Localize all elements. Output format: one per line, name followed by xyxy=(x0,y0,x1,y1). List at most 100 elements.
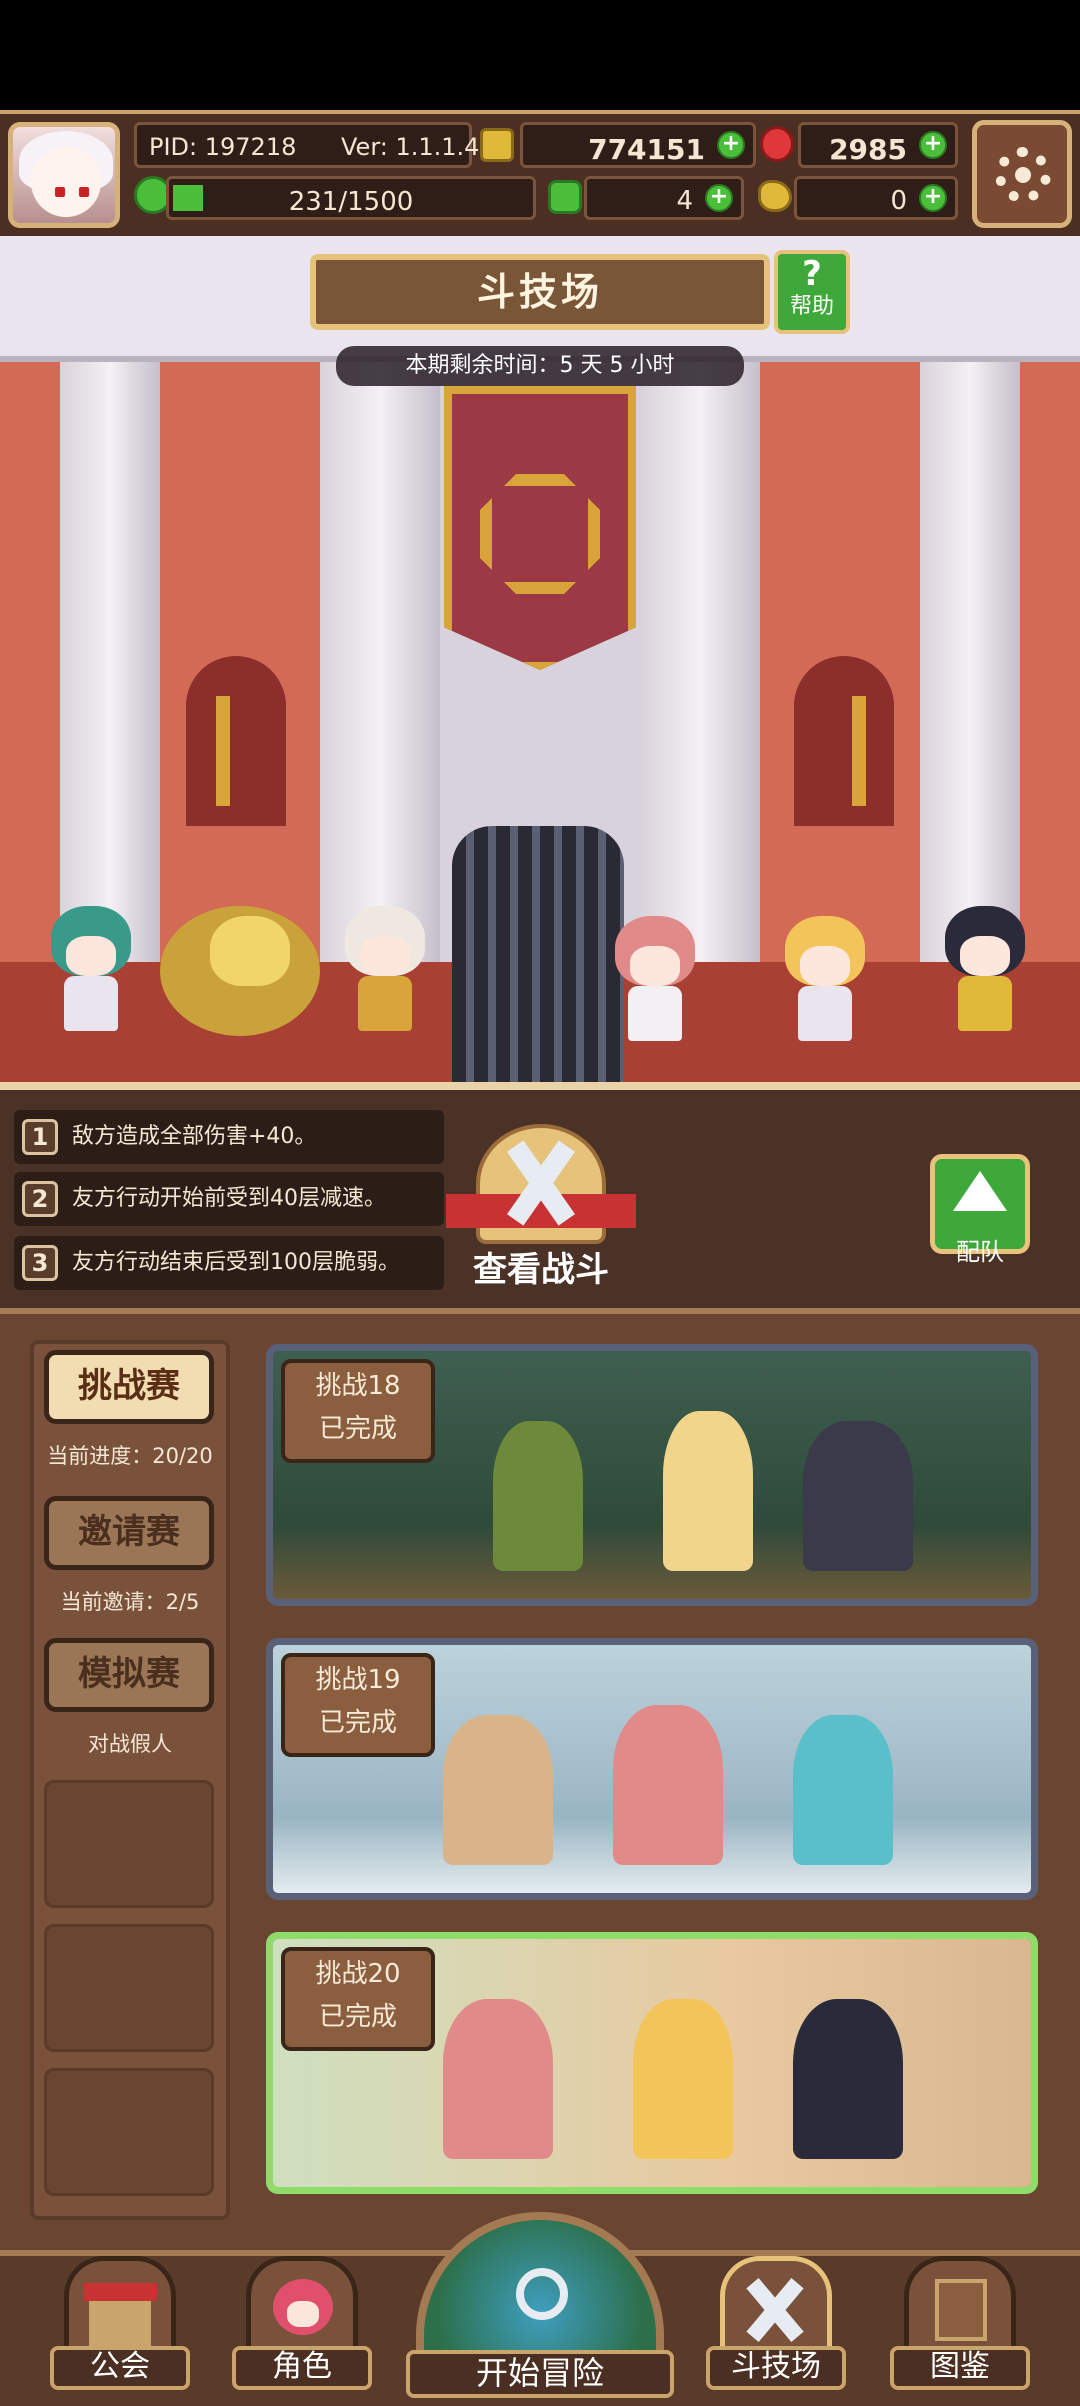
horned-enemy-1 xyxy=(443,1715,553,1865)
gold-value: 774151 xyxy=(588,133,705,166)
simulation-mode-button[interactable]: 模拟赛 xyxy=(44,1638,214,1712)
invite-mode-button[interactable]: 邀请赛 xyxy=(44,1496,214,1570)
chicken-value: 0 xyxy=(890,186,907,216)
add-clover-button[interactable]: + xyxy=(705,184,733,212)
ally-character-3 xyxy=(930,896,1040,1036)
nav-guild[interactable]: 公会 xyxy=(50,2256,190,2390)
character-icon xyxy=(246,2256,358,2356)
rule-text: 敌方造成全部伤害+40。 xyxy=(72,1124,317,1149)
nav-character[interactable]: 角色 xyxy=(232,2256,372,2390)
challenge-status: 已完成 xyxy=(318,2002,397,2032)
pillar xyxy=(320,362,440,962)
help-button[interactable]: ? 帮助 xyxy=(774,250,850,334)
challenge-badge: 挑战19 已完成 xyxy=(281,1653,435,1757)
challenge-card-20[interactable]: 挑战20 已完成 xyxy=(266,1932,1038,2194)
team-icon xyxy=(953,1171,1007,1211)
nav-codex-label: 图鉴 xyxy=(890,2346,1030,2390)
ally-character-2 xyxy=(770,906,880,1046)
enemy-character-2 xyxy=(160,906,320,1046)
rule-number: 2 xyxy=(22,1181,58,1217)
gem-value: 2985 xyxy=(829,133,907,166)
nav-arena-label: 斗技场 xyxy=(706,2346,846,2390)
stamina-value: 231/1500 xyxy=(288,187,414,217)
blonde-enemy xyxy=(663,1411,753,1571)
scene-floor xyxy=(0,1082,1080,1090)
gear-icon xyxy=(995,147,1051,203)
book-icon xyxy=(904,2256,1016,2356)
nav-codex[interactable]: 图鉴 xyxy=(890,2256,1030,2390)
enemy-character-1 xyxy=(36,896,146,1036)
chicken-panel: 0 + xyxy=(794,176,958,220)
nav-guild-label: 公会 xyxy=(50,2346,190,2390)
wall-right-edge xyxy=(1020,362,1080,962)
player-avatar[interactable] xyxy=(8,122,120,228)
magnifier-icon xyxy=(516,2268,568,2320)
witch-enemy xyxy=(793,1999,903,2159)
arena-banner xyxy=(444,386,636,670)
pillar xyxy=(640,362,760,962)
view-battle-label: 查看战斗 xyxy=(473,1250,609,1290)
arena-scene: 斗技场 ? 帮助 本期剩余时间：5 天 5 小时 xyxy=(0,236,1080,1090)
empty-slot xyxy=(44,2068,214,2196)
challenge-title: 挑战19 xyxy=(315,1665,401,1695)
witch-enemy xyxy=(803,1421,913,1571)
rule-item: 2 友方行动开始前受到40层减速。 xyxy=(14,1172,444,1226)
question-icon: ? xyxy=(802,254,822,294)
tree-enemy xyxy=(493,1421,583,1571)
add-chicken-button[interactable]: + xyxy=(919,184,947,212)
sword-icon xyxy=(852,696,866,806)
gold-panel: 774151 + xyxy=(520,122,756,168)
help-label: 帮助 xyxy=(789,294,834,319)
pillar xyxy=(60,362,160,962)
start-adventure-label: 开始冒险 xyxy=(406,2350,674,2398)
challenge-status: 已完成 xyxy=(318,1708,397,1738)
challenge-mode-button[interactable]: 挑战赛 xyxy=(44,1350,214,1424)
rule-number: 3 xyxy=(22,1245,58,1281)
ruby-gem-icon xyxy=(760,126,794,162)
crossed-swords-icon xyxy=(720,2256,832,2356)
enemy-character-3 xyxy=(330,896,440,1036)
invite-progress: 当前邀请：2/5 xyxy=(60,1590,200,1614)
nav-arena[interactable]: 斗技场 xyxy=(706,2256,846,2390)
gold-coin-icon xyxy=(480,128,514,162)
rule-item: 3 友方行动结束后受到100层脆弱。 xyxy=(14,1236,444,1290)
add-gem-button[interactable]: + xyxy=(919,131,947,159)
clover-icon xyxy=(548,180,582,214)
sword-icon xyxy=(216,696,230,806)
challenge-title: 挑战20 xyxy=(315,1959,401,1989)
wall-niche xyxy=(794,656,894,826)
pillar xyxy=(920,362,1020,962)
chicken-leg-icon xyxy=(758,180,792,212)
player-info-panel: PID: 197218 Ver: 1.1.1.4 xyxy=(134,122,479,168)
empty-slot xyxy=(44,1924,214,2052)
horned-enemy xyxy=(443,1999,553,2159)
add-gold-button[interactable]: + xyxy=(717,131,745,159)
top-status-bar: PID: 197218 Ver: 1.1.1.4 774151 + 2985 +… xyxy=(0,110,1080,240)
pid-label: PID: 197218 xyxy=(149,133,297,161)
simulation-desc: 对战假人 xyxy=(88,1732,172,1756)
challenge-progress: 当前进度：20/20 xyxy=(47,1444,213,1468)
rule-item: 1 敌方造成全部伤害+40。 xyxy=(14,1110,444,1164)
water-enemy xyxy=(793,1715,893,1865)
horned-enemy-2 xyxy=(613,1705,723,1865)
wall-niche xyxy=(186,656,286,826)
challenge-card-18[interactable]: 挑战18 已完成 xyxy=(266,1344,1038,1606)
view-battle-button[interactable]: 查看战斗 xyxy=(436,1124,646,1294)
blonde-fighter-enemy xyxy=(633,1999,733,2159)
clover-panel: 4 + xyxy=(584,176,744,220)
nav-character-label: 角色 xyxy=(232,2346,372,2390)
guild-hall-icon xyxy=(64,2256,176,2356)
page-title: 斗技场 xyxy=(310,254,770,330)
challenge-card-19[interactable]: 挑战19 已完成 xyxy=(266,1638,1038,1900)
ally-character-1 xyxy=(600,906,710,1046)
start-adventure-button[interactable]: 开始冒险 xyxy=(406,2212,674,2400)
challenge-title: 挑战18 xyxy=(315,1371,401,1401)
empty-slot xyxy=(44,1780,214,1908)
settings-button[interactable] xyxy=(972,120,1072,228)
challenge-status: 已完成 xyxy=(318,1414,397,1444)
season-timer: 本期剩余时间：5 天 5 小时 xyxy=(336,346,744,386)
wall-left-edge xyxy=(0,362,60,962)
team-setup-label: 配队 xyxy=(956,1238,1004,1266)
challenge-badge: 挑战20 已完成 xyxy=(281,1947,435,2051)
gem-panel: 2985 + xyxy=(798,122,958,168)
